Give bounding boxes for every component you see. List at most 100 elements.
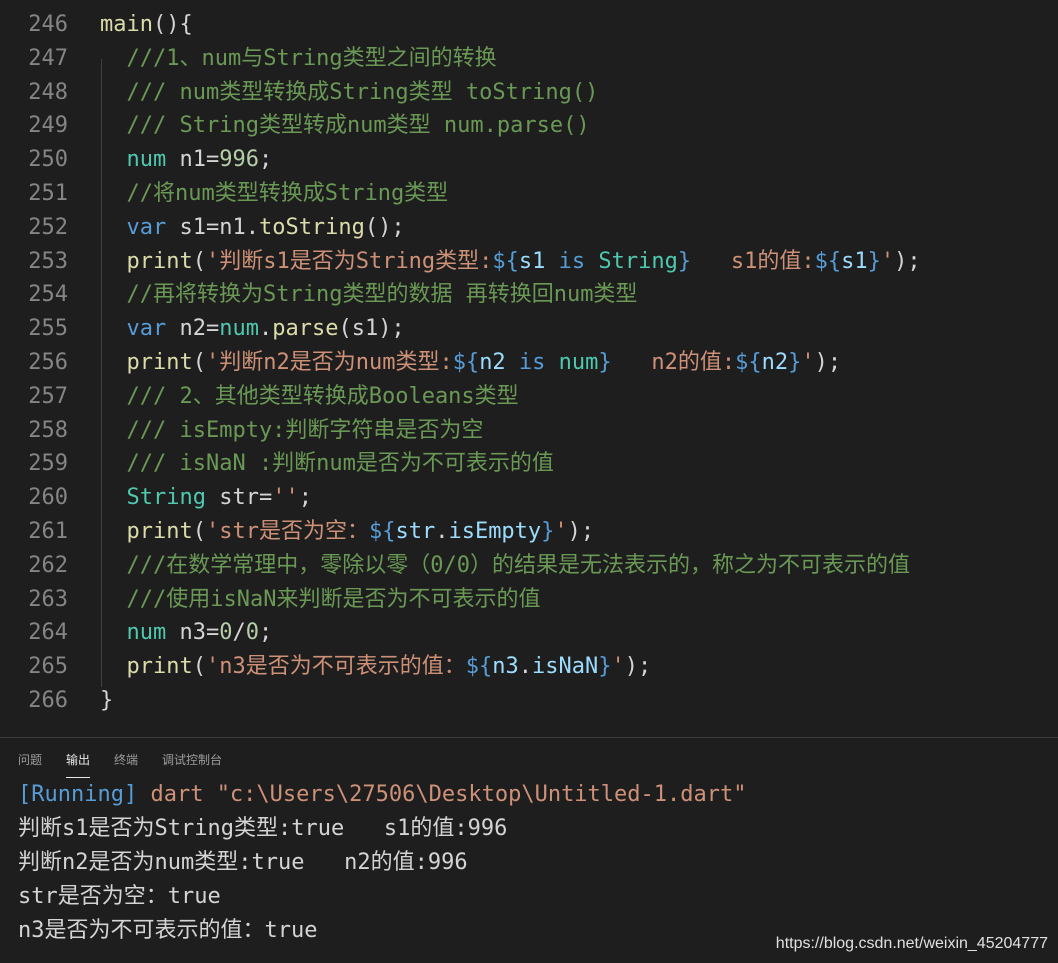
line-number: 265: [28, 654, 68, 680]
code-text: print('n3是否为不可表示的值：${n3.isNaN}');: [100, 650, 1058, 684]
code-token: 'n3是否为不可表示的值：: [205, 654, 466, 680]
code-line[interactable]: 246 main(){: [0, 8, 1058, 42]
watermark: https://blog.csdn.net/weixin_45204777: [775, 935, 1048, 952]
code-token: ${: [368, 518, 396, 544]
code-line[interactable]: 255 var n2=num.parse(s1);: [0, 312, 1058, 346]
code-token: //再将转换为String类型的数据 再转换回num类型: [100, 282, 638, 308]
code-text: num n1=996;: [100, 143, 1058, 177]
output-line: 判断s1是否为String类型:true s1的值:996: [18, 816, 508, 841]
code-line[interactable]: 263 ///使用isNaN来判断是否为不可表示的值: [0, 583, 1058, 617]
code-token: '': [272, 485, 299, 511]
code-line[interactable]: 247 ///1、num与String类型之间的转换: [0, 42, 1058, 76]
code-line[interactable]: 261 print('str是否为空：${str.isEmpty}');: [0, 515, 1058, 549]
code-token: s1: [841, 248, 868, 274]
code-token: );: [894, 248, 921, 274]
line-number: 262: [28, 552, 68, 578]
code-line[interactable]: 266}: [0, 684, 1058, 718]
running-tag: [Running]: [18, 782, 138, 807]
code-line[interactable]: 257 /// 2、其他类型转换成Booleans类型: [0, 380, 1058, 414]
code-token: ;: [258, 620, 273, 646]
code-text: num n3=0/0;: [100, 616, 1058, 650]
code-token: is: [505, 349, 546, 375]
code-token: '判断s1是否为String类型:: [205, 248, 493, 274]
code-line[interactable]: 248 /// num类型转换成String类型 toString(): [0, 76, 1058, 110]
code-token: String: [100, 485, 206, 511]
code-token: .: [435, 518, 449, 544]
code-token: isNaN: [531, 654, 599, 680]
code-token: /: [232, 620, 246, 646]
code-line[interactable]: 253 print('判断s1是否为String类型:${s1 is Strin…: [0, 245, 1058, 279]
code-line[interactable]: 252 var s1=n1.toString();: [0, 211, 1058, 245]
output-line: str是否为空：true: [18, 884, 221, 909]
code-token: n2=: [166, 316, 220, 342]
running-line: [Running] dart "c:\Users\27506\Desktop\U…: [18, 778, 1058, 812]
output-content[interactable]: [Running] dart "c:\Users\27506\Desktop\U…: [0, 778, 1058, 948]
code-token: ();: [364, 214, 405, 240]
code-token: ${: [452, 349, 480, 375]
code-token: (: [192, 654, 206, 680]
code-token: num: [219, 316, 259, 342]
code-token: .: [258, 316, 273, 342]
line-number: 251: [28, 180, 68, 206]
code-token: 0: [245, 620, 259, 646]
code-token: );: [567, 518, 595, 544]
code-token: ': [554, 518, 568, 544]
tab-2[interactable]: 终端: [114, 738, 138, 778]
tab-0[interactable]: 问题: [18, 738, 42, 778]
code-token: print: [100, 518, 193, 544]
code-line[interactable]: 254 //再将转换为String类型的数据 再转换回num类型: [0, 278, 1058, 312]
line-number: 249: [28, 113, 68, 139]
code-text: ///使用isNaN来判断是否为不可表示的值: [100, 583, 1058, 617]
code-token: ${: [492, 248, 519, 274]
code-token: (s1);: [338, 316, 405, 342]
tab-3[interactable]: 调试控制台: [162, 738, 222, 778]
code-line[interactable]: 251 //将num类型转换成String类型: [0, 177, 1058, 211]
code-token: print: [100, 248, 193, 274]
code-token: print: [100, 349, 193, 375]
code-token: main: [100, 12, 153, 37]
code-token: isEmpty: [448, 518, 542, 544]
code-line[interactable]: 262 ///在数学常理中，零除以零（0/0）的结果是无法表示的，称之为不可表示…: [0, 549, 1058, 583]
output-line: 判断n2是否为num类型:true n2的值:996: [18, 850, 468, 875]
line-number: 266: [28, 687, 68, 713]
code-token: 0: [219, 620, 233, 646]
line-number: 258: [28, 417, 68, 443]
code-token: print: [100, 654, 193, 680]
line-number: 248: [28, 79, 68, 105]
code-token: (: [192, 349, 206, 375]
line-number: 257: [28, 383, 68, 409]
code-text: /// isNaN :判断num是否为不可表示的值: [100, 447, 1058, 481]
code-token: ;: [298, 485, 312, 511]
code-line[interactable]: 258 /// isEmpty:判断字符串是否为空: [0, 414, 1058, 448]
code-line[interactable]: 264 num n3=0/0;: [0, 616, 1058, 650]
running-command: dart "c:\Users\27506\Desktop\Untitled-1.…: [137, 782, 747, 807]
code-text: print('判断s1是否为String类型:${s1 is String} s…: [100, 245, 1058, 279]
code-text: /// isEmpty:判断字符串是否为空: [100, 414, 1058, 448]
code-line[interactable]: 259 /// isNaN :判断num是否为不可表示的值: [0, 447, 1058, 481]
code-token: s1的值:: [691, 248, 815, 274]
code-token: ': [801, 349, 815, 375]
code-text: /// num类型转换成String类型 toString(): [100, 76, 1058, 110]
code-line[interactable]: 265 print('n3是否为不可表示的值：${n3.isNaN}');: [0, 650, 1058, 684]
tab-1[interactable]: 输出: [66, 738, 91, 778]
code-text: }: [100, 684, 1058, 718]
code-line[interactable]: 249 /// String类型转成num类型 num.parse(): [0, 109, 1058, 143]
code-token: ': [880, 248, 895, 274]
code-line[interactable]: 250 num n1=996;: [0, 143, 1058, 177]
code-editor[interactable]: 246 main(){247 ///1、num与String类型之间的转换 248 …: [0, 8, 1058, 718]
line-number: 246: [28, 12, 68, 37]
code-line[interactable]: 256 print('判断n2是否为num类型:${n2 is num} n2的…: [0, 346, 1058, 380]
code-text: /// 2、其他类型转换成Booleans类型: [100, 380, 1058, 414]
code-token: ${: [735, 349, 762, 375]
code-token: n1=: [166, 147, 220, 173]
line-number: 259: [28, 451, 68, 477]
code-line[interactable]: 260 String str='';: [0, 481, 1058, 515]
code-text: //将num类型转换成String类型: [100, 177, 1058, 211]
code-token: String: [585, 248, 678, 274]
line-number: 264: [28, 620, 68, 646]
panel-tabs: 问题 输出 终端 调试控制台: [0, 738, 1058, 778]
code-token: /// isNaN :判断num是否为不可表示的值: [100, 451, 554, 477]
line-number: 247: [28, 45, 68, 71]
line-number: 256: [28, 349, 68, 375]
code-token: n3: [492, 654, 519, 680]
